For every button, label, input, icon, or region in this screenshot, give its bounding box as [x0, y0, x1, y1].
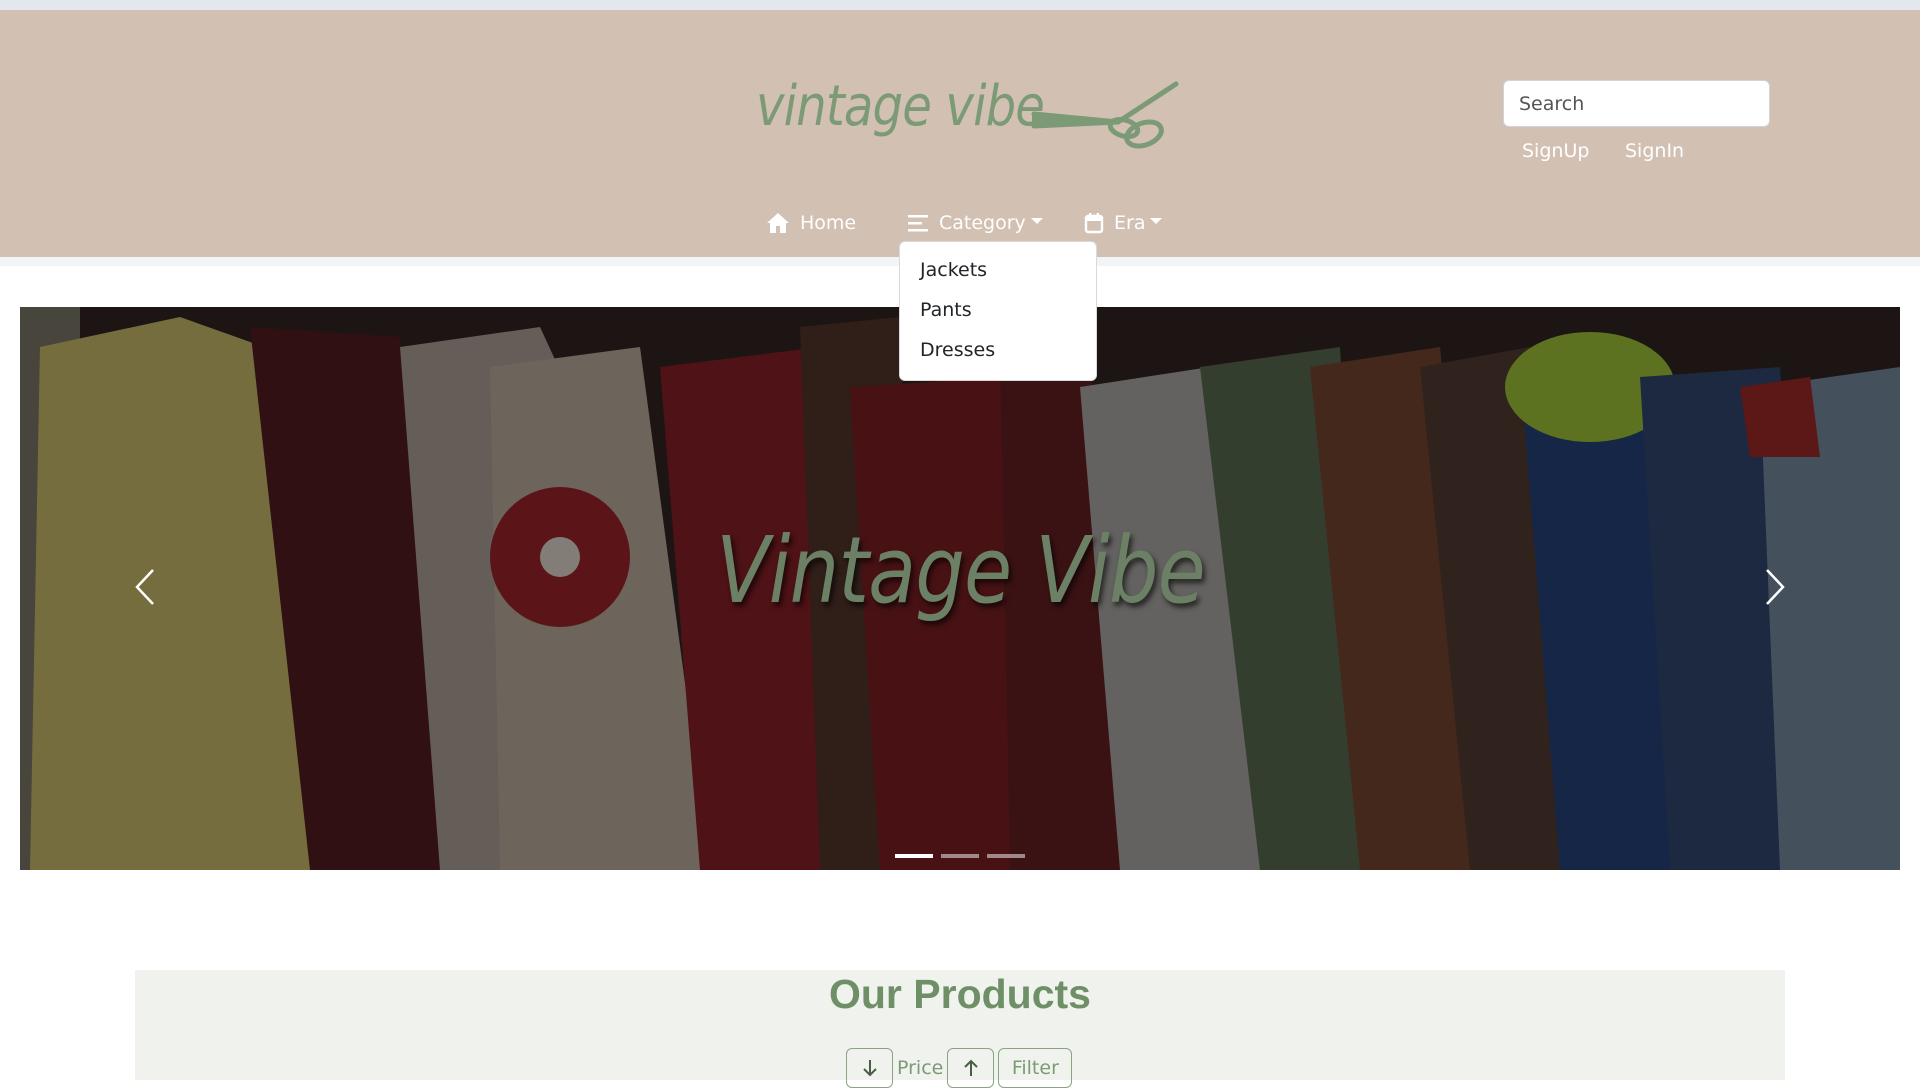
- sort-filter-bar: Price Filter: [846, 1048, 1073, 1088]
- carousel-indicator-2[interactable]: [941, 854, 979, 858]
- dropdown-item-dresses[interactable]: Dresses: [900, 330, 1096, 370]
- search-input[interactable]: [1503, 80, 1770, 127]
- signup-link[interactable]: SignUp: [1522, 140, 1589, 162]
- price-label: Price: [897, 1057, 944, 1079]
- home-icon: [767, 213, 789, 233]
- menu-lines-icon: [908, 215, 928, 232]
- calendar-icon: [1084, 213, 1104, 234]
- nav-category-label: Category: [939, 212, 1026, 234]
- filter-button[interactable]: Filter: [998, 1048, 1073, 1088]
- carousel-next-button[interactable]: [1745, 547, 1805, 627]
- carousel-indicator-3[interactable]: [987, 854, 1025, 858]
- carousel-indicator-1[interactable]: [895, 854, 933, 858]
- signin-link[interactable]: SignIn: [1625, 140, 1684, 162]
- site-header: vintage vibe SignUp SignIn Home Category: [0, 10, 1920, 257]
- products-heading: Our Products: [829, 971, 1091, 1017]
- browser-top-edge: [0, 0, 1920, 10]
- carousel-prev-button[interactable]: [115, 547, 175, 627]
- carousel-caption-text: Vintage Vibe: [715, 517, 1206, 624]
- nav-home-label: Home: [800, 212, 857, 234]
- dropdown-item-jackets[interactable]: Jackets: [900, 250, 1096, 290]
- carousel-caption: Vintage Vibe: [20, 517, 1900, 624]
- chevron-right-icon: [1766, 569, 1785, 605]
- sort-price-asc-button[interactable]: [947, 1048, 995, 1088]
- scissors-icon: [1031, 81, 1179, 149]
- carousel-indicators: [895, 854, 1025, 858]
- arrow-down-icon: [862, 1060, 877, 1077]
- nav-era-dropdown[interactable]: Era: [1084, 208, 1163, 238]
- nav-era-label: Era: [1114, 212, 1146, 234]
- site-logo[interactable]: vintage vibe: [756, 68, 1186, 158]
- caret-down-icon: [1030, 218, 1043, 224]
- caret-down-icon: [1150, 218, 1163, 224]
- logo-text: vintage vibe: [756, 74, 1045, 139]
- sort-price-desc-button[interactable]: [846, 1048, 893, 1088]
- chevron-left-icon: [135, 569, 154, 605]
- arrow-up-icon: [964, 1059, 978, 1076]
- nav-category-dropdown[interactable]: Category: [907, 208, 1043, 238]
- nav-home[interactable]: Home: [766, 208, 856, 238]
- dropdown-item-pants[interactable]: Pants: [900, 290, 1096, 330]
- category-dropdown-menu: Jackets Pants Dresses: [899, 241, 1097, 381]
- hero-carousel: Vintage Vibe: [20, 307, 1900, 870]
- products-section: Our Products Price Filter: [135, 970, 1785, 1088]
